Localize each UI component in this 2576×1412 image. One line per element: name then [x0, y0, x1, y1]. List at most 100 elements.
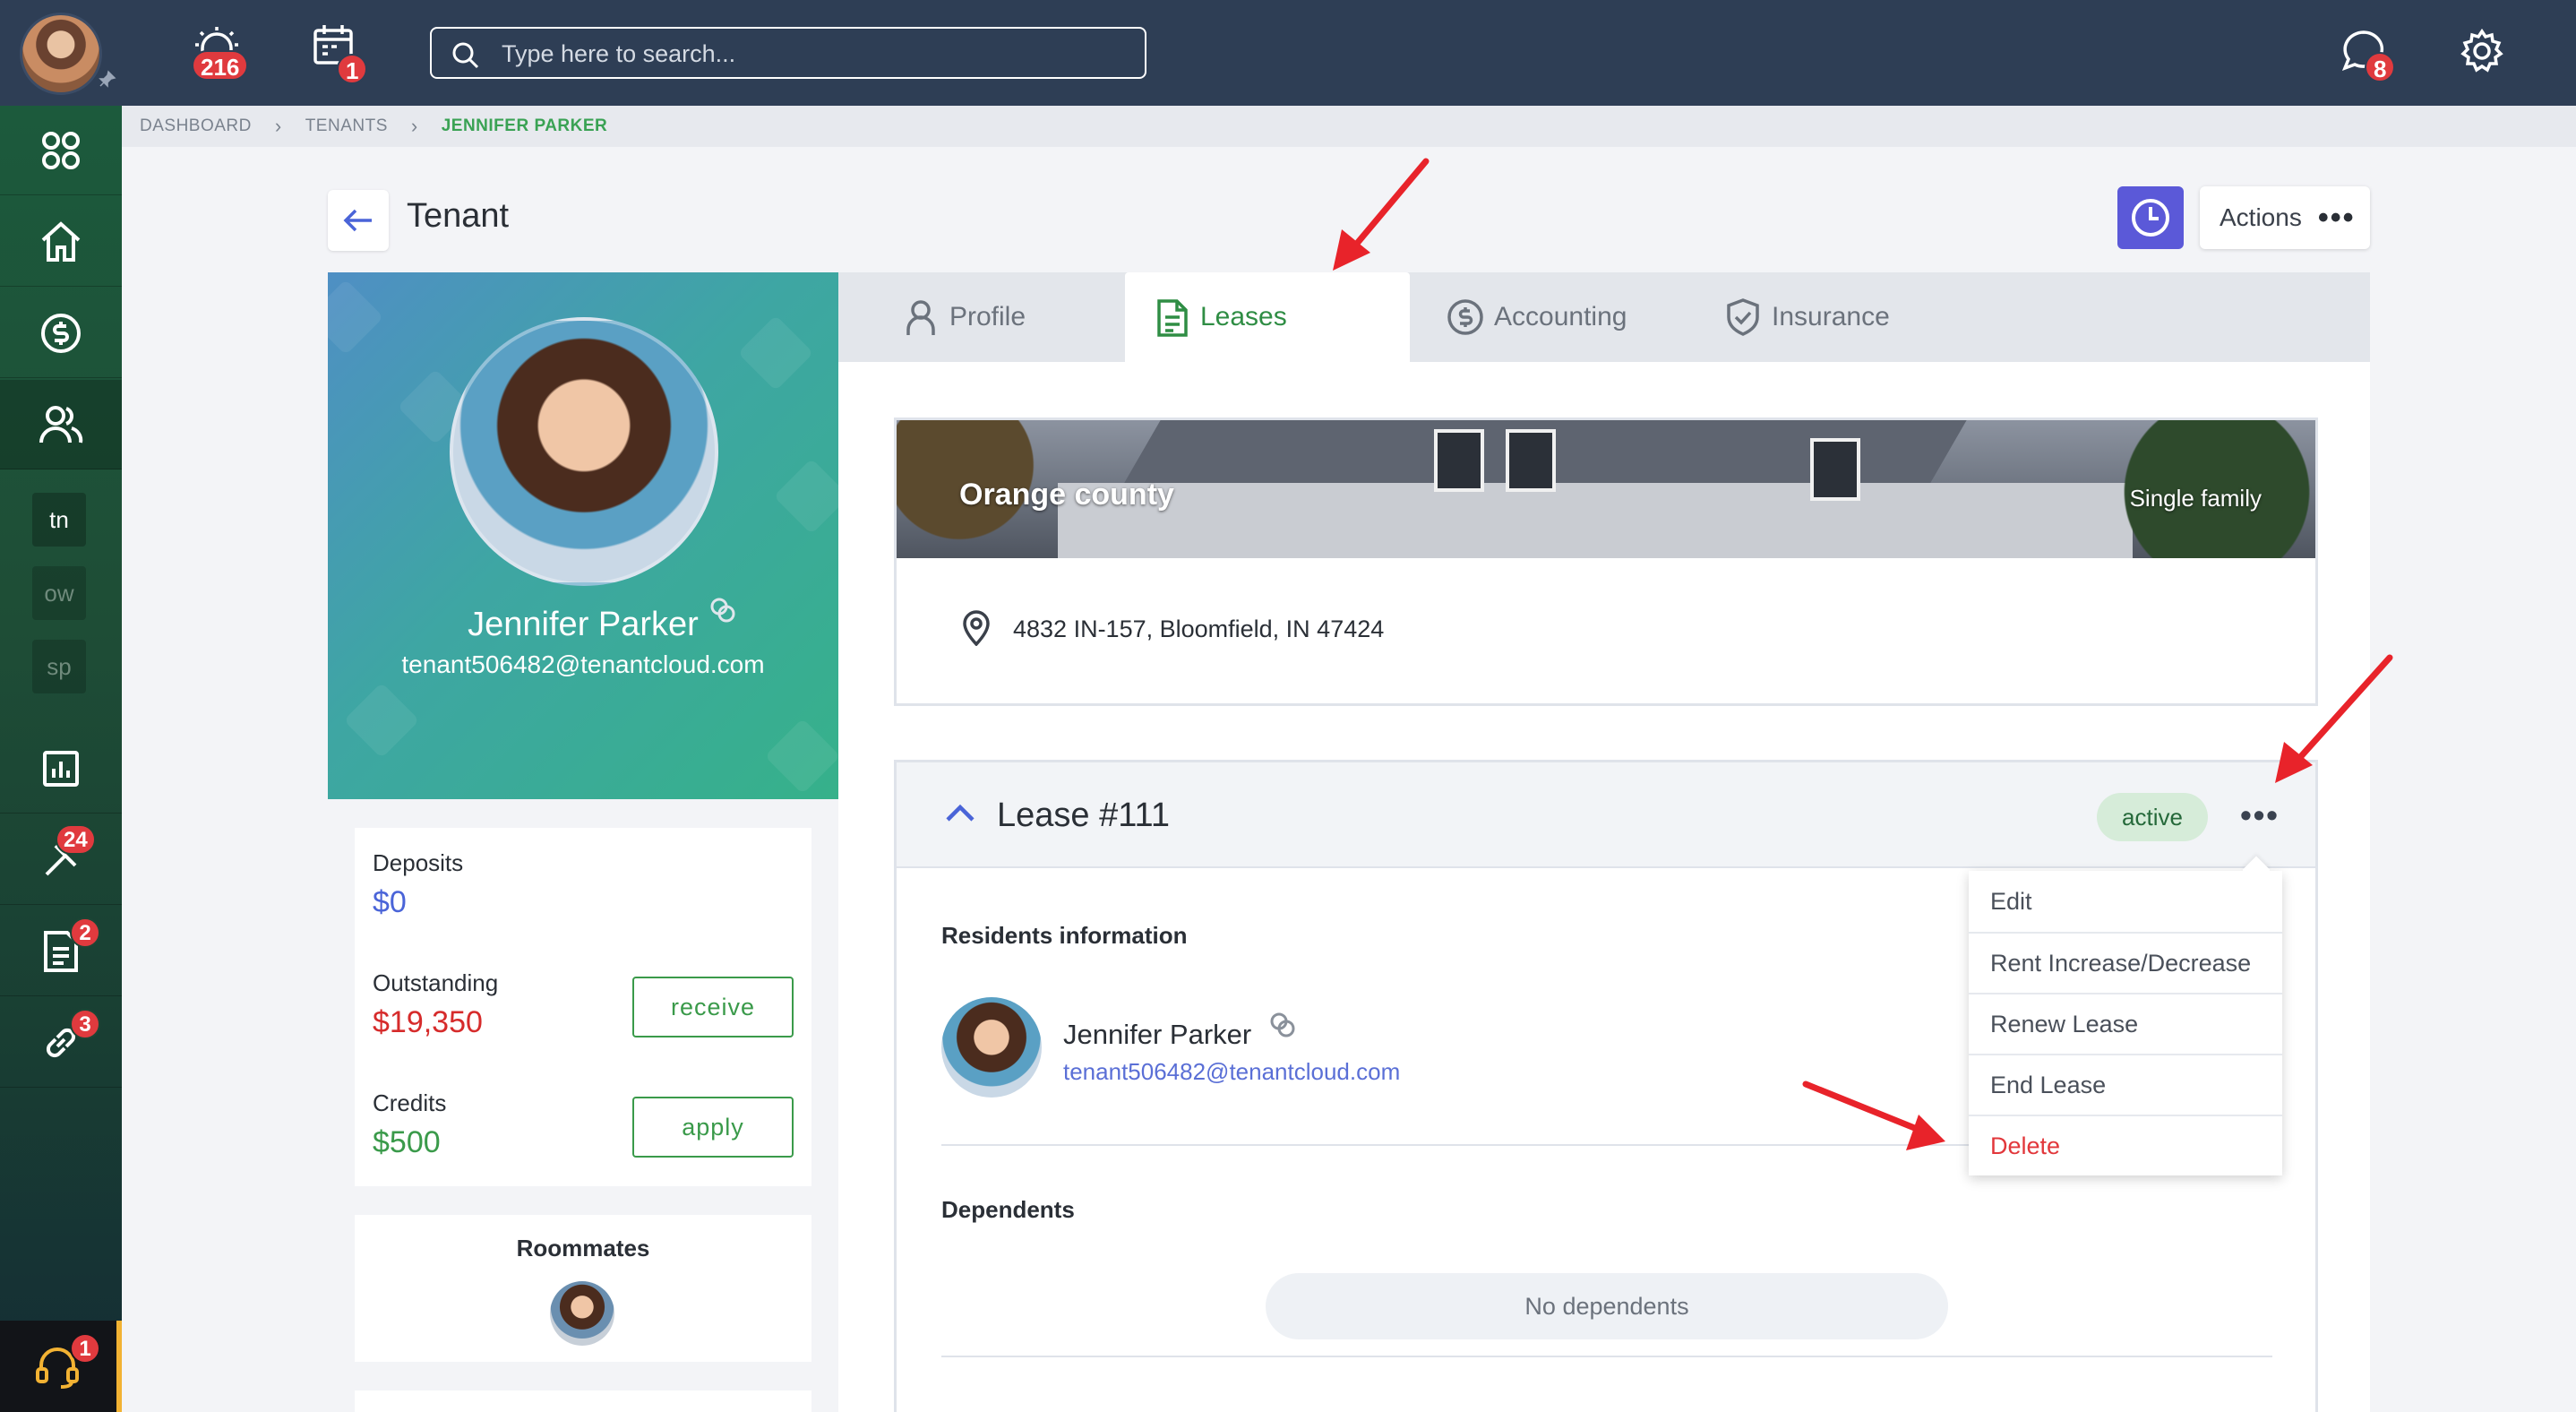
sidebar-item-links[interactable] [0, 998, 122, 1088]
sidebar-chip-label: tn [49, 505, 69, 533]
breadcrumb-dashboard[interactable]: DASHBOARD [140, 116, 252, 136]
sidebar-item-ow[interactable]: ow [32, 566, 86, 620]
shield-icon [1727, 298, 1759, 336]
tab-leases[interactable]: Leases [1125, 272, 1410, 362]
more-icon: ••• [2240, 796, 2280, 833]
resident-name: Jennifer Parker [1063, 1019, 1252, 1050]
decor-shape [764, 718, 838, 795]
apply-button[interactable]: apply [632, 1097, 794, 1158]
image-decor [1506, 429, 1556, 492]
support-button[interactable]: 1 [0, 1321, 122, 1412]
no-dependents: No dependents [1266, 1273, 1948, 1339]
connected-icon [1267, 1010, 1298, 1045]
maintenance-badge: 24 [56, 824, 96, 855]
lease-header[interactable]: Lease #111 active ••• [897, 762, 2315, 868]
profile-email: tenant506482@tenantcloud.com [401, 650, 765, 678]
top-bar: 216 1 8 [0, 0, 2576, 106]
links-badge: 3 [70, 1009, 100, 1039]
menu-item-renew[interactable]: Renew Lease [1969, 993, 2282, 1054]
sidebar-item-sp[interactable]: sp [32, 640, 86, 693]
image-decor [1810, 438, 1860, 501]
decor-shape [773, 458, 838, 535]
property-type: Single family [2129, 485, 2262, 512]
tab-label: Insurance [1772, 302, 1890, 331]
location-pin-icon [961, 610, 992, 650]
credits-value: $500 [373, 1125, 441, 1159]
lease-title: Lease #111 [997, 796, 1170, 834]
breadcrumb-current: JENNIFER PARKER [441, 116, 608, 135]
chevron-right-icon: › [410, 115, 418, 137]
property-image: Orange county Single family [897, 420, 2315, 558]
more-icon: ••• [2317, 201, 2356, 235]
tab-accounting[interactable]: Accounting [1419, 272, 1687, 362]
gear-icon[interactable] [2458, 27, 2512, 81]
property-address: 4832 IN-157, Bloomfield, IN 47424 [1013, 616, 1385, 642]
deposits-label: Deposits [373, 849, 464, 876]
chevron-up-icon[interactable] [945, 802, 975, 828]
status-badge: active [2097, 793, 2208, 841]
sidebar-item-apps[interactable] [0, 106, 122, 195]
sidebar-item-tn[interactable]: tn [32, 493, 86, 547]
arrow-left-icon [343, 209, 372, 232]
sidebar-item-documents[interactable] [0, 907, 122, 996]
sidebar-item-accounting[interactable] [0, 288, 122, 378]
search-icon [452, 42, 479, 69]
decor-shape [328, 279, 384, 356]
sidebar-chip-label: ow [44, 579, 74, 607]
reports-icon [43, 750, 79, 787]
search-box[interactable] [430, 27, 1146, 79]
sidebar-item-home[interactable] [0, 197, 122, 287]
sidebar: tn ow sp 24 2 3 [0, 106, 122, 1412]
lease-more-button[interactable]: ••• [2231, 793, 2288, 838]
menu-item-end[interactable]: End Lease [1969, 1054, 2282, 1115]
dollar-icon [41, 313, 81, 353]
property-name: Orange county [959, 478, 1174, 512]
back-button[interactable] [328, 190, 389, 251]
users-icon [39, 405, 83, 443]
tab-bar: Profile Leases Accounting Insurance [838, 272, 2370, 362]
sidebar-item-tenants[interactable] [0, 380, 122, 469]
tab-insurance[interactable]: Insurance [1696, 272, 1965, 362]
dependents-title: Dependents [941, 1196, 1075, 1223]
sidebar-item-reports[interactable] [0, 724, 122, 814]
lease-actions-menu: Edit Rent Increase/Decrease Renew Lease … [1969, 871, 2282, 1175]
menu-item-delete[interactable]: Delete [1969, 1115, 2282, 1175]
search-input[interactable] [502, 36, 1129, 72]
arrow-to-leases-tab [1333, 158, 1430, 271]
residents-title: Residents information [941, 922, 1188, 949]
menu-item-edit[interactable]: Edit [1969, 871, 2282, 932]
documents-badge: 2 [70, 917, 100, 948]
sidebar-chip-label: sp [47, 652, 72, 680]
credits-label: Credits [373, 1089, 447, 1116]
actions-button[interactable]: Actions ••• [2200, 186, 2370, 249]
history-button[interactable] [2117, 186, 2184, 249]
breadcrumb-tenants[interactable]: TENANTS [305, 116, 388, 136]
profile-card: Jennifer Parker tenant506482@tenantcloud… [328, 272, 838, 799]
menu-item-rent-change[interactable]: Rent Increase/Decrease [1969, 932, 2282, 993]
property-card[interactable]: Orange county Single family 4832 IN-157,… [894, 418, 2318, 706]
tab-profile[interactable]: Profile [874, 272, 1116, 362]
roommate-avatar[interactable] [550, 1281, 614, 1346]
user-icon [906, 300, 935, 335]
pin-icon [97, 70, 116, 90]
calendar-badge: 1 [337, 54, 368, 84]
home-icon [41, 220, 81, 262]
outstanding-value: $19,350 [373, 1005, 483, 1039]
receive-button[interactable]: receive [632, 977, 794, 1037]
roommates-title: Roommates [516, 1235, 650, 1261]
tab-label: Profile [949, 302, 1026, 331]
divider [941, 1356, 2272, 1357]
document-icon [1157, 299, 1188, 337]
user-avatar[interactable] [20, 13, 102, 95]
balance-card: Deposits $0 Outstanding $19,350 receive … [355, 828, 811, 1186]
support-badge: 1 [70, 1333, 100, 1364]
clock-icon [2132, 199, 2169, 237]
image-decor [1058, 483, 2133, 558]
image-decor [1434, 429, 1484, 492]
notifications-badge: 216 [192, 50, 249, 81]
resident-avatar [941, 997, 1042, 1098]
resident-email[interactable]: tenant506482@tenantcloud.com [1063, 1058, 1400, 1086]
chevron-right-icon: › [274, 115, 282, 137]
page-title: Tenant [407, 197, 510, 235]
profile-photo [450, 317, 718, 586]
